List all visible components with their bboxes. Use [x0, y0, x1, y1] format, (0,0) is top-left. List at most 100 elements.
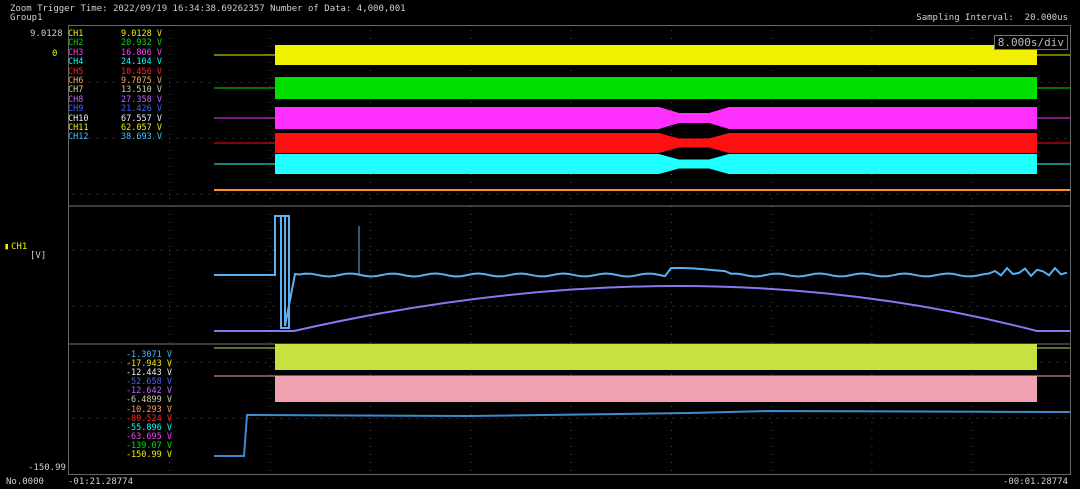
grid-dot: [793, 306, 794, 307]
grid-dot: [871, 254, 873, 255]
grid-dot: [649, 306, 650, 307]
grid-dot: [209, 418, 210, 419]
grid-dot: [529, 250, 530, 251]
grid-dot: [169, 78, 171, 79]
grid-dot: [1041, 82, 1042, 83]
grid-dot: [745, 306, 746, 307]
grid-dot: [169, 278, 171, 279]
grid-dot: [971, 318, 973, 319]
grid-dot: [953, 306, 954, 307]
grid-dot: [369, 422, 371, 423]
grid-dot: [871, 342, 873, 343]
grid-dot: [670, 214, 672, 215]
grid-dot: [871, 414, 873, 415]
grid-dot: [871, 214, 873, 215]
grid-dot: [570, 438, 572, 439]
grid-dot: [570, 254, 572, 255]
grid-dot: [670, 238, 672, 239]
grid-dot: [269, 462, 271, 463]
grid-dot: [121, 194, 122, 195]
grid-dot: [269, 326, 271, 327]
grid-dot: [670, 150, 672, 151]
grid-dot: [625, 418, 626, 419]
grid-dot: [871, 174, 873, 175]
grid-dot: [217, 194, 218, 195]
grid-dot: [89, 362, 90, 363]
grid-dot: [681, 306, 682, 307]
grid-dot: [713, 306, 714, 307]
grid-dot: [329, 250, 330, 251]
grid-dot: [269, 150, 271, 151]
grid-dot: [670, 126, 672, 127]
grid-dot: [771, 334, 773, 335]
grid-dot: [185, 82, 186, 83]
grid-dot: [971, 342, 973, 343]
grid-dot: [225, 138, 226, 139]
group-label: Group1: [10, 13, 43, 23]
grid-dot: [225, 82, 226, 83]
grid-dot: [489, 194, 490, 195]
grid-dot: [265, 362, 266, 363]
grid-dot: [705, 306, 706, 307]
grid-dot: [329, 418, 330, 419]
grid-dot: [871, 70, 873, 71]
grid-dot: [670, 470, 672, 471]
ch8-violet-arc: [214, 285, 1070, 332]
grid-dot: [593, 418, 594, 419]
grid-dot: [97, 306, 98, 307]
grid-dot: [977, 194, 978, 195]
grid-dot: [369, 446, 371, 447]
grid-dot: [641, 306, 642, 307]
grid-dot: [721, 306, 722, 307]
grid-dot: [1049, 306, 1050, 307]
grid-dot: [497, 250, 498, 251]
grid-dot: [369, 270, 371, 271]
grid-dot: [521, 418, 522, 419]
grid-dot: [553, 418, 554, 419]
grid-dot: [269, 430, 271, 431]
grid-dot: [1041, 362, 1042, 363]
grid-dot: [569, 418, 570, 419]
grid-dot: [169, 158, 171, 159]
grid-dot: [201, 306, 202, 307]
grid-dot: [241, 362, 242, 363]
grid-dot: [771, 222, 773, 223]
grid-dot: [753, 250, 754, 251]
grid-dot: [871, 38, 873, 39]
grid-dot: [377, 418, 378, 419]
grid-dot: [470, 310, 472, 311]
grid-dot: [971, 438, 973, 439]
waveform-plot-area[interactable]: [68, 25, 1071, 475]
grid-dot: [225, 362, 226, 363]
grid-dot: [873, 194, 874, 195]
grid-dot: [433, 306, 434, 307]
grid-dot: [269, 174, 271, 175]
grid-dot: [529, 418, 530, 419]
grid-dot: [369, 286, 371, 287]
grid-dot: [705, 194, 706, 195]
grid-dot: [771, 38, 773, 39]
grid-dot: [529, 194, 530, 195]
grid-dot: [361, 250, 362, 251]
grid-dot: [345, 418, 346, 419]
grid-dot: [670, 374, 672, 375]
grid-dot: [771, 270, 773, 271]
grid-dot: [697, 194, 698, 195]
grid-dot: [377, 194, 378, 195]
grid-dot: [1065, 250, 1066, 251]
grid-dot: [849, 194, 850, 195]
axis-unit-label: [V]: [30, 251, 47, 261]
grid-dot: [169, 86, 171, 87]
grid-dot: [369, 254, 371, 255]
grid-dot: [369, 174, 371, 175]
grid-dot: [771, 462, 773, 463]
grid-dot: [233, 250, 234, 251]
grid-dot: [269, 294, 271, 295]
grid-dot: [977, 306, 978, 307]
grid-dot: [771, 214, 773, 215]
grid-dot: [771, 30, 773, 31]
grid-dot: [385, 194, 386, 195]
grid-dot: [377, 250, 378, 251]
grid-dot: [393, 418, 394, 419]
grid-dot: [470, 294, 472, 295]
